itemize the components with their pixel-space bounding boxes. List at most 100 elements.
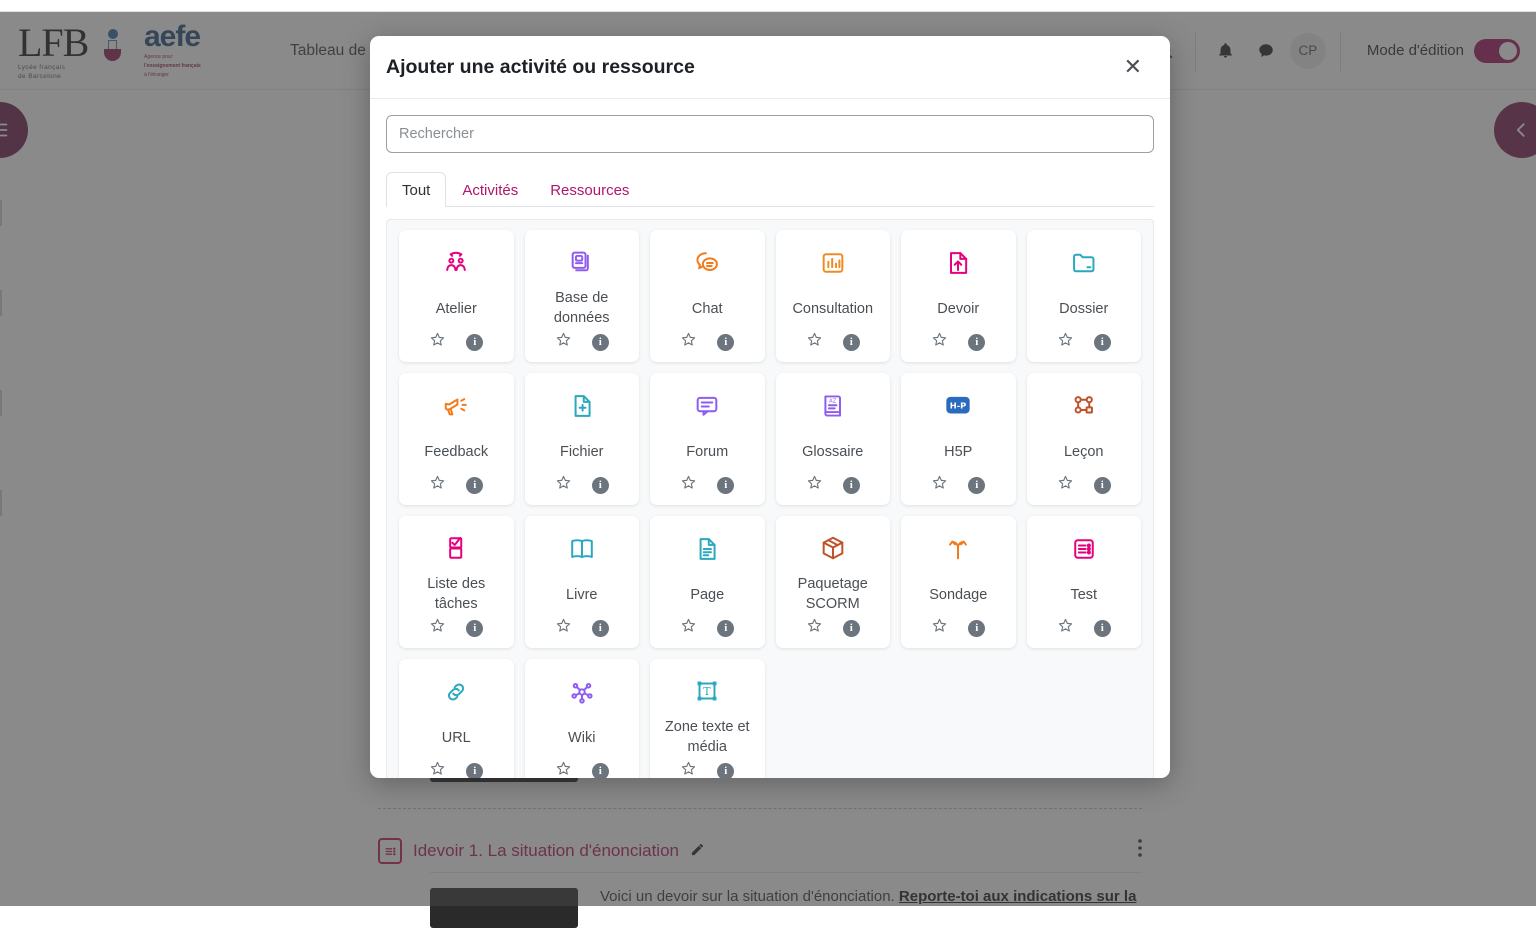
activity-card[interactable]: Liste des tâchesi [399,516,514,648]
star-icon[interactable] [1057,617,1074,639]
activity-card-label: Devoir [937,289,979,329]
activity-card-label: Page [690,575,724,615]
star-icon[interactable] [429,331,446,353]
activity-card[interactable]: Feedbacki [399,373,514,505]
info-icon[interactable]: i [592,620,609,637]
info-icon[interactable]: i [843,620,860,637]
activity-card-actions: i [931,617,985,639]
lesson-icon [1070,389,1098,423]
star-icon[interactable] [680,760,697,778]
activity-card-label: Base de données [530,288,635,329]
close-icon[interactable]: ✕ [1124,56,1142,78]
activity-card[interactable]: Atelier i [399,230,514,362]
info-icon[interactable]: i [717,763,734,779]
info-icon[interactable]: i [717,334,734,351]
activity-card[interactable]: Base de données i [525,230,640,362]
activity-card-actions: i [1057,331,1111,353]
activity-card[interactable]: TZone texte et médiai [650,659,765,778]
star-icon[interactable] [555,474,572,496]
star-icon[interactable] [806,617,823,639]
star-icon[interactable] [429,474,446,496]
info-icon[interactable]: i [843,477,860,494]
star-icon[interactable] [429,617,446,639]
file-plus-icon [568,389,596,423]
activity-card[interactable]: Paquetage SCORMi [776,516,891,648]
star-icon[interactable] [555,617,572,639]
star-icon[interactable] [680,331,697,353]
activity-card[interactable]: Consultationi [776,230,891,362]
info-icon[interactable]: i [717,620,734,637]
activity-card-label: Zone texte et média [655,717,760,758]
wiki-icon [568,675,596,709]
info-icon[interactable]: i [843,334,860,351]
info-icon[interactable]: i [592,763,609,779]
activity-card[interactable]: URL i [399,659,514,778]
activity-card[interactable]: H-PH5Pi [901,373,1016,505]
activity-card-actions: i [555,331,609,353]
activity-card-label: Wiki [568,718,595,758]
info-icon[interactable]: i [466,620,483,637]
add-activity-modal: Ajouter une activité ou ressource ✕ Tout… [370,36,1170,778]
info-icon[interactable]: i [1094,477,1111,494]
database-icon [568,246,596,279]
star-icon[interactable] [680,474,697,496]
star-icon[interactable] [680,617,697,639]
info-icon[interactable]: i [968,477,985,494]
activity-card[interactable]: Page i [650,516,765,648]
checklist-icon [442,532,470,565]
modal-body: Tout Activités Ressources AtelieriBase d… [370,99,1170,778]
star-icon[interactable] [429,760,446,778]
tab-tout[interactable]: Tout [386,172,446,207]
choice-icon [819,246,847,280]
activity-card[interactable]: Sondagei [901,516,1016,648]
info-icon[interactable]: i [466,763,483,779]
info-icon[interactable]: i [592,477,609,494]
activity-card-label: Atelier [436,289,477,329]
activity-card[interactable]: Chat i [650,230,765,362]
star-icon[interactable] [806,331,823,353]
activity-card-label: Chat [692,289,723,329]
star-icon[interactable] [555,760,572,778]
activity-card-actions: i [1057,474,1111,496]
activity-card-actions: i [680,760,734,778]
star-icon[interactable] [931,474,948,496]
activity-card-label: Livre [566,575,597,615]
activity-card-label: Test [1070,575,1097,615]
tab-activites[interactable]: Activités [446,172,534,207]
star-icon[interactable] [931,331,948,353]
activity-card[interactable]: Fichieri [525,373,640,505]
activity-card[interactable]: AZGlossairei [776,373,891,505]
star-icon[interactable] [806,474,823,496]
info-icon[interactable]: i [968,620,985,637]
info-icon[interactable]: i [968,334,985,351]
activity-card-label: H5P [944,432,972,472]
activity-card[interactable]: Livre i [525,516,640,648]
activity-card[interactable]: Wiki i [525,659,640,778]
info-icon[interactable]: i [717,477,734,494]
activity-card-label: Leçon [1064,432,1104,472]
activity-card[interactable]: Leçon i [1027,373,1142,505]
search-input[interactable] [386,115,1154,153]
star-icon[interactable] [555,331,572,353]
modal-tabs: Tout Activités Ressources [386,171,1154,207]
activity-card[interactable]: Devoir i [901,230,1016,362]
activity-card-actions: i [429,474,483,496]
star-icon[interactable] [931,617,948,639]
info-icon[interactable]: i [1094,334,1111,351]
tab-ressources[interactable]: Ressources [534,172,645,207]
activity-card-actions: i [931,474,985,496]
megaphone-icon [442,389,470,423]
activity-card-label: URL [442,718,471,758]
activity-card-actions: i [680,331,734,353]
activity-card[interactable]: Test i [1027,516,1142,648]
info-icon[interactable]: i [1094,620,1111,637]
star-icon[interactable] [1057,331,1074,353]
activity-card-label: Glossaire [802,432,863,472]
info-icon[interactable]: i [592,334,609,351]
info-icon[interactable]: i [466,477,483,494]
activity-card[interactable]: Forumi [650,373,765,505]
activity-card-actions: i [429,331,483,353]
star-icon[interactable] [1057,474,1074,496]
activity-card[interactable]: Dossieri [1027,230,1142,362]
info-icon[interactable]: i [466,334,483,351]
